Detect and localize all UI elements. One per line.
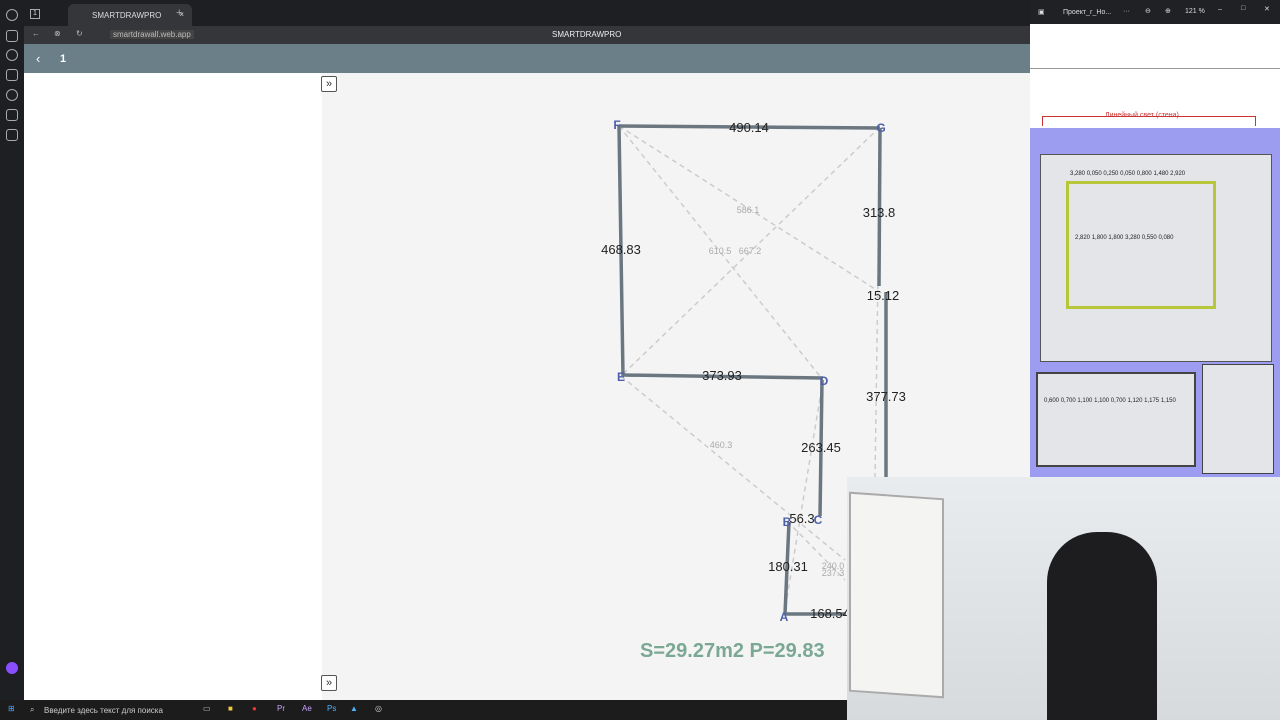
pdf-heading: Линейный свет (стена) (1105, 112, 1179, 119)
pdf-dimensions: 3,280 0,050 0,250 0,050 0,800 1,480 2,92… (1070, 171, 1186, 177)
diagonal-line (783, 379, 824, 617)
area-perimeter-summary: S=29.27m2 P=29.83 (640, 640, 825, 662)
wall-length[interactable]: 180.31 (768, 559, 808, 574)
taskbar-search-input[interactable]: Введите здесь текст для поиска (44, 706, 163, 715)
vertex-label[interactable]: C (814, 513, 823, 527)
wall-length[interactable]: 377.73 (866, 389, 906, 404)
diagonal-length: 667.2 (739, 246, 762, 256)
pdf-page[interactable]: Линейный свет (стена) 3,280 0,050 0,250 … (1030, 24, 1280, 477)
premiere-icon[interactable]: Pr (277, 704, 285, 713)
start-icon[interactable]: ⊞ (8, 704, 15, 713)
diagonals (618, 125, 887, 617)
close-icon[interactable]: ✕ (1264, 5, 1270, 13)
whiteboard (849, 491, 944, 699)
diagonal-line (620, 375, 846, 561)
wall-length[interactable]: 263.45 (801, 440, 841, 455)
windows-taskbar: ⊞ ⌕ Введите здесь текст для поиска ▭ ■ ●… (0, 700, 847, 720)
pdf-title: Проект_г_Но... (1063, 9, 1112, 16)
vertex-label[interactable]: F (613, 118, 620, 132)
wall-length[interactable]: 168.54 (810, 606, 850, 621)
more-button[interactable]: ··· (1123, 8, 1130, 15)
vertex-label[interactable]: G (876, 121, 885, 135)
search-icon: ⌕ (30, 705, 35, 714)
diagonal-length: 460.3 (710, 440, 733, 450)
wall-length[interactable]: 15.12 (867, 288, 900, 303)
smartdraw-icon[interactable]: ▲ (350, 704, 358, 713)
task-view-icon[interactable]: ▭ (203, 704, 211, 713)
vertex-label[interactable]: E (617, 370, 625, 384)
pdf-viewer-toolbar: ▣ Проект_г_Но... ··· ⊖ ⊕ 121 % – □ ✕ (1030, 0, 1280, 24)
wall-length[interactable]: 313.8 (863, 205, 896, 220)
wall-length[interactable]: 490.14 (729, 120, 769, 135)
vertex-label[interactable]: B (783, 515, 792, 529)
photoshop-icon[interactable]: Ps (327, 704, 336, 713)
diagonal-length: 237.3 (822, 568, 845, 578)
explorer-icon[interactable]: ■ (228, 704, 233, 713)
walls (617, 124, 888, 616)
wall-length[interactable]: 56.3 (789, 511, 814, 526)
zoom-level: 121 % (1185, 8, 1205, 15)
webcam-overlay (847, 477, 1280, 720)
diagonal-length: 586.1 (737, 205, 760, 215)
after-effects-icon[interactable]: Ae (302, 704, 312, 713)
wall-length[interactable]: 468.83 (601, 242, 641, 257)
wall-length[interactable]: 373.93 (702, 368, 742, 383)
diagonal-length: 610.5 (709, 246, 732, 256)
zoom-in-icon[interactable]: ⊕ (1165, 7, 1171, 15)
zoom-out-icon[interactable]: ⊖ (1145, 7, 1151, 15)
document-icon: ▣ (1038, 9, 1045, 16)
presenter (1047, 532, 1157, 720)
vertex-label[interactable]: A (780, 610, 789, 624)
app-icon[interactable]: ◎ (375, 704, 382, 713)
maximize-icon[interactable]: □ (1241, 5, 1245, 12)
minimize-icon[interactable]: – (1218, 6, 1222, 13)
vertex-label[interactable]: D (820, 374, 829, 388)
yandex-icon[interactable]: ● (252, 704, 257, 713)
